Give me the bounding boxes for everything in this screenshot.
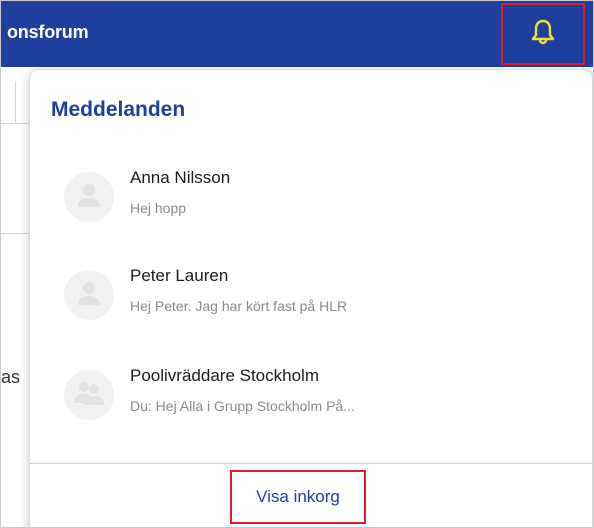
top-app-bar: onsforum bbox=[1, 1, 593, 67]
dropdown-title: Meddelanden bbox=[51, 98, 186, 121]
message-preview: Hej hopp bbox=[130, 200, 187, 216]
screen: onsforum as Meddelanden Anna Nilsson Hej… bbox=[0, 0, 594, 528]
sender-name: Poolivräddare Stockholm bbox=[130, 366, 319, 385]
message-preview: Hej Peter. Jag har kört fast på HLR bbox=[130, 298, 348, 314]
message-preview: Du: Hej Alla i Grupp Stockholm På... bbox=[130, 398, 355, 414]
app-title[interactable]: onsforum bbox=[7, 22, 89, 43]
background-text: as bbox=[1, 367, 21, 387]
avatar bbox=[64, 370, 114, 420]
sender-name: Peter Lauren bbox=[130, 266, 229, 285]
notification-item[interactable]: Peter Lauren Hej Peter. Jag har kört fas… bbox=[30, 256, 592, 336]
notification-item[interactable]: Poolivräddare Stockholm Du: Hej Alla i G… bbox=[30, 356, 592, 436]
sender-name: Anna Nilsson bbox=[130, 168, 231, 187]
group-icon bbox=[73, 379, 105, 412]
notifications-button[interactable] bbox=[501, 3, 585, 65]
notification-item[interactable]: Anna Nilsson Hej hopp bbox=[30, 158, 592, 238]
dropdown-divider bbox=[30, 463, 592, 464]
user-icon bbox=[76, 279, 102, 312]
avatar bbox=[64, 270, 114, 320]
user-icon bbox=[76, 181, 102, 214]
background-divider bbox=[15, 81, 16, 123]
bell-icon bbox=[530, 18, 556, 51]
notifications-dropdown: Meddelanden Anna Nilsson Hej hopp Peter … bbox=[29, 69, 593, 527]
avatar bbox=[64, 172, 114, 222]
view-inbox-link[interactable]: Visa inkorg bbox=[230, 470, 366, 524]
